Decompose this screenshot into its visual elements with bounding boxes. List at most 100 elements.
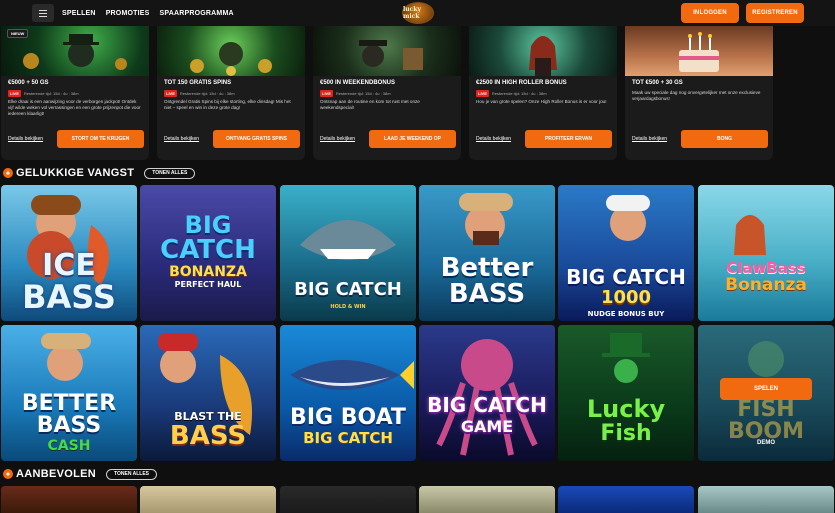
section-header-recommended: ● AANBEVOLEN TONEN ALLES xyxy=(0,467,158,481)
game-subtitle: BONANZA xyxy=(169,264,247,280)
details-link[interactable]: Details bekijken xyxy=(632,136,667,142)
game-tile-big-catch-bonanza[interactable]: BIG CATCH BONANZA PERFECT HAUL xyxy=(140,185,276,321)
nav-link-loyalty[interactable]: SPAARPROGRAMMA xyxy=(160,10,234,17)
live-badge: LIVE xyxy=(164,90,177,97)
game-title: BIG CATCH xyxy=(294,279,402,300)
promo-image xyxy=(157,26,305,76)
promo-title: €500 IN WEEKENDBONUS xyxy=(320,80,396,86)
time-remaining: Resterende tijd: 15d : 4u : 38m xyxy=(23,91,79,96)
cowboy-illustration xyxy=(359,40,423,70)
game-tile-partial[interactable] xyxy=(419,486,555,513)
hamburger-menu-icon[interactable] xyxy=(32,4,54,22)
game-title: Better xyxy=(440,253,534,283)
game-tile-clawbass-bonanza[interactable]: ClawBass Bonanza xyxy=(698,185,834,321)
game-title-line2: 1000 xyxy=(600,287,652,308)
flame-icon: ● xyxy=(3,469,13,479)
game-tile-big-boat-big-catch[interactable]: BIG BOAT BIG CATCH xyxy=(280,325,416,461)
weekend-bonus-button[interactable]: LAAD JE WEEKEND OP xyxy=(369,130,456,148)
live-timer: LIVE Resterende tijd: 15d : 4u : 38m xyxy=(320,90,391,97)
time-remaining: Resterende tijd: 15d : 4u : 38m xyxy=(335,91,391,96)
promo-card: NIEUW €5000 + 50 GS LIVE Resterende tijd:… xyxy=(1,26,149,160)
live-badge: LIVE xyxy=(320,90,333,97)
high-roller-button[interactable]: PROFITEER ERVAN xyxy=(525,130,612,148)
game-title: ICE xyxy=(42,248,96,283)
game-tile-blast-the-bass[interactable]: BLAST THE BASS xyxy=(140,325,276,461)
time-remaining: Resterende tijd: 15d : 4u : 38m xyxy=(491,91,547,96)
promo-image xyxy=(313,26,461,76)
game-tile-big-catch-game[interactable]: BIG CATCH GAME xyxy=(419,325,555,461)
new-badge: NIEUW xyxy=(7,29,29,38)
promo-card: €500 IN WEEKENDBONUS LIVE Resterende tijd… xyxy=(313,26,461,160)
details-link[interactable]: Details bekijken xyxy=(164,136,199,142)
game-subtitle-line2: PERFECT HAUL xyxy=(174,280,242,289)
game-tile-ice-bass[interactable]: ICE BASS xyxy=(1,185,137,321)
game-title: BIG CATCH xyxy=(427,393,547,417)
game-title-line2: Bonanza xyxy=(725,275,807,295)
nav-link-games[interactable]: SPELLEN xyxy=(62,10,96,17)
promo-description: Ontsnap aan de routine en kom tot rust m… xyxy=(320,99,420,110)
promo-image xyxy=(469,26,617,76)
game-title-line2: Fish xyxy=(600,421,652,446)
game-title: BIG xyxy=(184,211,232,239)
section-title: GELUKKIGE VANGST xyxy=(16,167,135,179)
game-subtitle: HOLD & WIN xyxy=(330,304,366,310)
game-subtitle: CASH xyxy=(47,438,91,454)
game-title: FISH xyxy=(737,397,795,422)
login-button[interactable]: INLOGGEN xyxy=(681,3,739,23)
promo-title: €2500 IN HIGH ROLLER BONUS xyxy=(476,80,567,86)
woman-fishing-illustration xyxy=(734,215,766,255)
promo-card: TOT €500 + 30 GS Maak uw speciale dag no… xyxy=(625,26,773,160)
game-tile-partial[interactable] xyxy=(558,486,694,513)
section-title: AANBEVOLEN xyxy=(16,468,97,480)
game-tile-lucky-fish[interactable]: Lucky Fish xyxy=(558,325,694,461)
details-link[interactable]: Details bekijken xyxy=(8,136,43,142)
promo-title: €5000 + 50 GS xyxy=(8,80,49,86)
nav-link-promotions[interactable]: PROMOTIES xyxy=(106,10,150,17)
game-title-line2: BASS xyxy=(22,278,116,316)
birthday-bonus-button[interactable]: BONG xyxy=(681,130,768,148)
top-navigation: SPELLEN PROMOTIES SPAARPROGRAMMA lucky m… xyxy=(0,0,835,26)
game-title-line2: BIG CATCH xyxy=(303,429,393,447)
game-title-line2: BASS xyxy=(169,421,247,451)
game-title-line2: CATCH xyxy=(160,235,256,265)
game-tile-partial[interactable] xyxy=(698,486,834,513)
deposit-button[interactable]: STORT OM TE KRIJGEN xyxy=(57,130,144,148)
promotions-carousel: NIEUW €5000 + 50 GS LIVE Resterende tijd:… xyxy=(0,26,835,160)
game-tile-partial[interactable] xyxy=(280,486,416,513)
game-tile-partial[interactable] xyxy=(1,486,137,513)
live-badge: LIVE xyxy=(8,90,21,97)
game-tile-better-bass[interactable]: Better BASS xyxy=(419,185,555,321)
game-title-line2: GAME xyxy=(460,417,514,436)
demo-link[interactable]: DEMO xyxy=(698,440,834,446)
game-title: BIG BOAT xyxy=(290,405,406,430)
details-link[interactable]: Details bekijken xyxy=(476,136,511,142)
site-logo[interactable]: lucky mick xyxy=(402,2,434,24)
live-timer: LIVE Resterende tijd: 15d : 4u : 38m xyxy=(164,90,235,97)
game-tile-better-bass-cash[interactable]: BETTER BASS CASH xyxy=(1,325,137,461)
live-timer: LIVE Resterende tijd: 15d : 4u : 38m xyxy=(8,90,79,97)
register-button[interactable]: REGISTREREN xyxy=(746,3,804,23)
game-tile-partial[interactable] xyxy=(140,486,276,513)
game-subtitle: NUDGE BONUS BUY xyxy=(587,310,665,318)
free-spins-button[interactable]: ONTVANG GRATIS SPINS xyxy=(213,130,300,148)
game-title-line2: BASS xyxy=(448,279,526,309)
woman-illustration xyxy=(529,36,557,76)
game-tile-big-catch-hold-win[interactable]: BIG CATCH HOLD & WIN xyxy=(280,185,416,321)
promo-title: TOT 150 GRATIS SPINS xyxy=(164,80,232,86)
promo-description: Elke draai is een aanwijzing voor de ver… xyxy=(8,99,141,116)
play-button[interactable]: SPELEN xyxy=(720,378,812,400)
game-tile-big-catch-1000[interactable]: BIG CATCH 1000 NUDGE BONUS BUY xyxy=(558,185,694,321)
show-all-button[interactable]: TONEN ALLES xyxy=(144,167,196,179)
time-remaining: Resterende tijd: 15d : 4u : 38m xyxy=(179,91,235,96)
promo-image xyxy=(625,26,773,76)
show-all-button[interactable]: TONEN ALLES xyxy=(106,468,158,480)
game-title: BIG CATCH xyxy=(566,265,686,289)
game-title: ClawBass xyxy=(726,259,806,277)
details-link[interactable]: Details bekijken xyxy=(320,136,355,142)
live-badge: LIVE xyxy=(476,90,489,97)
logo-text: lucky mick xyxy=(403,6,421,20)
game-tile-fish-boom[interactable]: FISH BOOM SPELEN DEMO xyxy=(698,325,834,461)
promo-description: Ontgrendel Gratis Spins bij elke stortin… xyxy=(164,99,291,110)
promo-description: Maak uw speciale dag nog onvergetelijker… xyxy=(632,90,761,101)
leprechaun-coins-illustration xyxy=(190,42,272,76)
